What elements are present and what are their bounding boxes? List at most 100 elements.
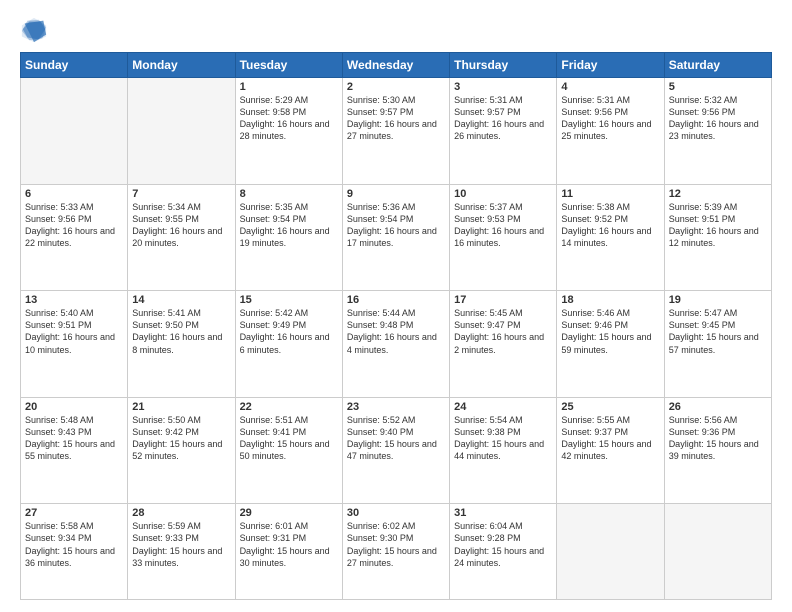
cell-info: Sunrise: 5:33 AMSunset: 9:56 PMDaylight:… bbox=[25, 201, 123, 250]
calendar-cell: 13Sunrise: 5:40 AMSunset: 9:51 PMDayligh… bbox=[21, 291, 128, 398]
cell-info: Sunrise: 5:31 AMSunset: 9:57 PMDaylight:… bbox=[454, 94, 552, 143]
day-number: 30 bbox=[347, 507, 445, 519]
cell-info: Sunrise: 5:42 AMSunset: 9:49 PMDaylight:… bbox=[240, 307, 338, 356]
cell-info: Sunrise: 5:51 AMSunset: 9:41 PMDaylight:… bbox=[240, 414, 338, 463]
day-number: 14 bbox=[132, 294, 230, 306]
calendar-cell: 11Sunrise: 5:38 AMSunset: 9:52 PMDayligh… bbox=[557, 184, 664, 291]
calendar-cell: 22Sunrise: 5:51 AMSunset: 9:41 PMDayligh… bbox=[235, 397, 342, 504]
calendar-cell bbox=[557, 504, 664, 600]
calendar-cell: 5Sunrise: 5:32 AMSunset: 9:56 PMDaylight… bbox=[664, 78, 771, 185]
cell-info: Sunrise: 5:36 AMSunset: 9:54 PMDaylight:… bbox=[347, 201, 445, 250]
calendar-cell: 12Sunrise: 5:39 AMSunset: 9:51 PMDayligh… bbox=[664, 184, 771, 291]
calendar-cell: 24Sunrise: 5:54 AMSunset: 9:38 PMDayligh… bbox=[450, 397, 557, 504]
calendar-cell: 14Sunrise: 5:41 AMSunset: 9:50 PMDayligh… bbox=[128, 291, 235, 398]
day-number: 3 bbox=[454, 81, 552, 93]
cell-info: Sunrise: 5:45 AMSunset: 9:47 PMDaylight:… bbox=[454, 307, 552, 356]
day-number: 12 bbox=[669, 188, 767, 200]
day-number: 2 bbox=[347, 81, 445, 93]
calendar-cell: 18Sunrise: 5:46 AMSunset: 9:46 PMDayligh… bbox=[557, 291, 664, 398]
calendar-header-saturday: Saturday bbox=[664, 53, 771, 78]
calendar-table: SundayMondayTuesdayWednesdayThursdayFrid… bbox=[20, 52, 772, 600]
calendar-week-5: 27Sunrise: 5:58 AMSunset: 9:34 PMDayligh… bbox=[21, 504, 772, 600]
calendar-cell: 17Sunrise: 5:45 AMSunset: 9:47 PMDayligh… bbox=[450, 291, 557, 398]
day-number: 18 bbox=[561, 294, 659, 306]
day-number: 24 bbox=[454, 401, 552, 413]
calendar-cell: 6Sunrise: 5:33 AMSunset: 9:56 PMDaylight… bbox=[21, 184, 128, 291]
cell-info: Sunrise: 5:55 AMSunset: 9:37 PMDaylight:… bbox=[561, 414, 659, 463]
calendar-week-3: 13Sunrise: 5:40 AMSunset: 9:51 PMDayligh… bbox=[21, 291, 772, 398]
cell-info: Sunrise: 5:31 AMSunset: 9:56 PMDaylight:… bbox=[561, 94, 659, 143]
calendar-week-4: 20Sunrise: 5:48 AMSunset: 9:43 PMDayligh… bbox=[21, 397, 772, 504]
cell-info: Sunrise: 5:41 AMSunset: 9:50 PMDaylight:… bbox=[132, 307, 230, 356]
day-number: 11 bbox=[561, 188, 659, 200]
day-number: 10 bbox=[454, 188, 552, 200]
cell-info: Sunrise: 5:54 AMSunset: 9:38 PMDaylight:… bbox=[454, 414, 552, 463]
calendar-cell bbox=[21, 78, 128, 185]
calendar-cell bbox=[128, 78, 235, 185]
cell-info: Sunrise: 5:29 AMSunset: 9:58 PMDaylight:… bbox=[240, 94, 338, 143]
day-number: 21 bbox=[132, 401, 230, 413]
calendar-cell: 4Sunrise: 5:31 AMSunset: 9:56 PMDaylight… bbox=[557, 78, 664, 185]
day-number: 25 bbox=[561, 401, 659, 413]
cell-info: Sunrise: 5:59 AMSunset: 9:33 PMDaylight:… bbox=[132, 520, 230, 569]
day-number: 5 bbox=[669, 81, 767, 93]
logo bbox=[20, 16, 52, 44]
calendar-header-monday: Monday bbox=[128, 53, 235, 78]
calendar-cell bbox=[664, 504, 771, 600]
calendar-cell: 16Sunrise: 5:44 AMSunset: 9:48 PMDayligh… bbox=[342, 291, 449, 398]
calendar-header-tuesday: Tuesday bbox=[235, 53, 342, 78]
calendar-cell: 21Sunrise: 5:50 AMSunset: 9:42 PMDayligh… bbox=[128, 397, 235, 504]
cell-info: Sunrise: 6:04 AMSunset: 9:28 PMDaylight:… bbox=[454, 520, 552, 569]
day-number: 1 bbox=[240, 81, 338, 93]
calendar-cell: 25Sunrise: 5:55 AMSunset: 9:37 PMDayligh… bbox=[557, 397, 664, 504]
cell-info: Sunrise: 6:01 AMSunset: 9:31 PMDaylight:… bbox=[240, 520, 338, 569]
calendar-cell: 8Sunrise: 5:35 AMSunset: 9:54 PMDaylight… bbox=[235, 184, 342, 291]
cell-info: Sunrise: 5:44 AMSunset: 9:48 PMDaylight:… bbox=[347, 307, 445, 356]
calendar-cell: 29Sunrise: 6:01 AMSunset: 9:31 PMDayligh… bbox=[235, 504, 342, 600]
cell-info: Sunrise: 5:32 AMSunset: 9:56 PMDaylight:… bbox=[669, 94, 767, 143]
calendar-cell: 9Sunrise: 5:36 AMSunset: 9:54 PMDaylight… bbox=[342, 184, 449, 291]
cell-info: Sunrise: 5:46 AMSunset: 9:46 PMDaylight:… bbox=[561, 307, 659, 356]
calendar-week-2: 6Sunrise: 5:33 AMSunset: 9:56 PMDaylight… bbox=[21, 184, 772, 291]
day-number: 23 bbox=[347, 401, 445, 413]
day-number: 27 bbox=[25, 507, 123, 519]
day-number: 17 bbox=[454, 294, 552, 306]
cell-info: Sunrise: 5:38 AMSunset: 9:52 PMDaylight:… bbox=[561, 201, 659, 250]
day-number: 15 bbox=[240, 294, 338, 306]
day-number: 16 bbox=[347, 294, 445, 306]
day-number: 4 bbox=[561, 81, 659, 93]
calendar-cell: 19Sunrise: 5:47 AMSunset: 9:45 PMDayligh… bbox=[664, 291, 771, 398]
day-number: 19 bbox=[669, 294, 767, 306]
day-number: 9 bbox=[347, 188, 445, 200]
calendar-cell: 1Sunrise: 5:29 AMSunset: 9:58 PMDaylight… bbox=[235, 78, 342, 185]
calendar-header-thursday: Thursday bbox=[450, 53, 557, 78]
cell-info: Sunrise: 5:30 AMSunset: 9:57 PMDaylight:… bbox=[347, 94, 445, 143]
calendar-cell: 20Sunrise: 5:48 AMSunset: 9:43 PMDayligh… bbox=[21, 397, 128, 504]
cell-info: Sunrise: 5:34 AMSunset: 9:55 PMDaylight:… bbox=[132, 201, 230, 250]
cell-info: Sunrise: 5:35 AMSunset: 9:54 PMDaylight:… bbox=[240, 201, 338, 250]
cell-info: Sunrise: 5:39 AMSunset: 9:51 PMDaylight:… bbox=[669, 201, 767, 250]
calendar-cell: 7Sunrise: 5:34 AMSunset: 9:55 PMDaylight… bbox=[128, 184, 235, 291]
calendar-header-row: SundayMondayTuesdayWednesdayThursdayFrid… bbox=[21, 53, 772, 78]
day-number: 31 bbox=[454, 507, 552, 519]
calendar-cell: 27Sunrise: 5:58 AMSunset: 9:34 PMDayligh… bbox=[21, 504, 128, 600]
calendar-cell: 3Sunrise: 5:31 AMSunset: 9:57 PMDaylight… bbox=[450, 78, 557, 185]
header bbox=[20, 16, 772, 44]
calendar-cell: 31Sunrise: 6:04 AMSunset: 9:28 PMDayligh… bbox=[450, 504, 557, 600]
day-number: 7 bbox=[132, 188, 230, 200]
cell-info: Sunrise: 6:02 AMSunset: 9:30 PMDaylight:… bbox=[347, 520, 445, 569]
logo-icon bbox=[20, 16, 48, 44]
day-number: 29 bbox=[240, 507, 338, 519]
calendar-header-friday: Friday bbox=[557, 53, 664, 78]
calendar-cell: 28Sunrise: 5:59 AMSunset: 9:33 PMDayligh… bbox=[128, 504, 235, 600]
calendar-cell: 26Sunrise: 5:56 AMSunset: 9:36 PMDayligh… bbox=[664, 397, 771, 504]
day-number: 20 bbox=[25, 401, 123, 413]
day-number: 28 bbox=[132, 507, 230, 519]
calendar-cell: 30Sunrise: 6:02 AMSunset: 9:30 PMDayligh… bbox=[342, 504, 449, 600]
calendar-cell: 10Sunrise: 5:37 AMSunset: 9:53 PMDayligh… bbox=[450, 184, 557, 291]
calendar-cell: 15Sunrise: 5:42 AMSunset: 9:49 PMDayligh… bbox=[235, 291, 342, 398]
cell-info: Sunrise: 5:48 AMSunset: 9:43 PMDaylight:… bbox=[25, 414, 123, 463]
day-number: 6 bbox=[25, 188, 123, 200]
cell-info: Sunrise: 5:37 AMSunset: 9:53 PMDaylight:… bbox=[454, 201, 552, 250]
calendar-header-sunday: Sunday bbox=[21, 53, 128, 78]
